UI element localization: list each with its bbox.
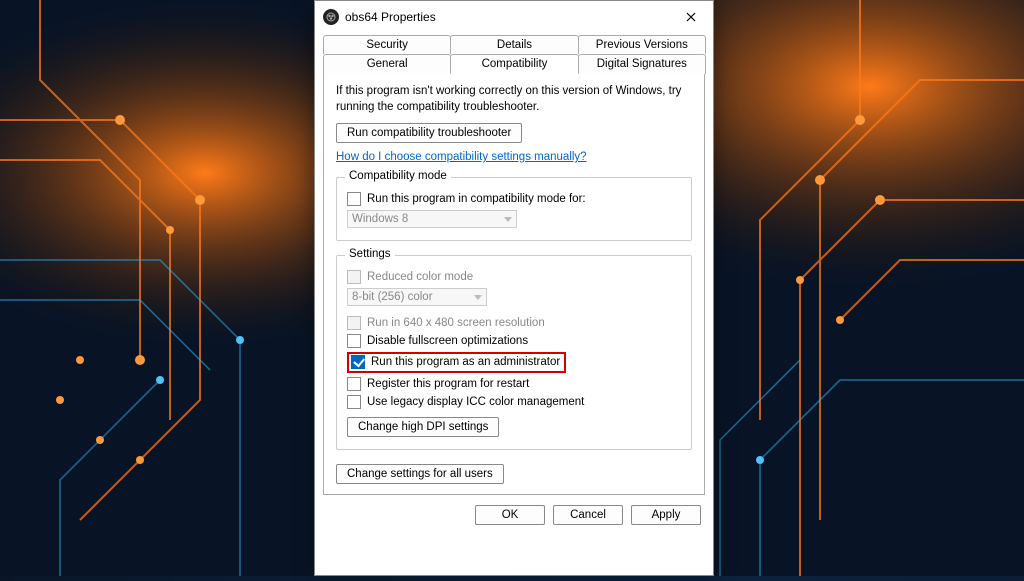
group-title: Compatibility mode: [345, 170, 451, 182]
chevron-down-icon: [504, 217, 512, 222]
chevron-down-icon: [474, 295, 482, 300]
group-settings: Settings Reduced color mode 8-bit (256) …: [336, 255, 692, 450]
check-register-restart[interactable]: [347, 377, 361, 391]
titlebar: obs64 Properties: [315, 1, 713, 31]
tab-details[interactable]: Details: [450, 35, 578, 54]
select-compat-os: Windows 8: [347, 210, 517, 228]
check-register-restart-label: Register this program for restart: [367, 378, 529, 390]
run-troubleshooter-button[interactable]: Run compatibility troubleshooter: [336, 123, 522, 143]
check-reduced-color-label: Reduced color mode: [367, 271, 473, 283]
check-disable-fullscreen[interactable]: [347, 334, 361, 348]
tab-security[interactable]: Security: [323, 35, 451, 54]
properties-dialog: obs64 Properties Security Details Previo…: [314, 0, 714, 576]
tab-compatibility[interactable]: Compatibility: [450, 54, 578, 74]
app-icon: [323, 9, 339, 25]
check-run-640x480-label: Run in 640 x 480 screen resolution: [367, 317, 545, 329]
ok-button[interactable]: OK: [475, 505, 545, 525]
check-run-as-admin[interactable]: [351, 355, 365, 369]
check-compat-mode[interactable]: [347, 192, 361, 206]
check-run-640x480: [347, 316, 361, 330]
tab-general[interactable]: General: [323, 54, 451, 74]
tabs: Security Details Previous Versions Gener…: [315, 31, 713, 495]
intro-text: If this program isn't working correctly …: [336, 84, 692, 115]
tab-digital-signatures[interactable]: Digital Signatures: [578, 54, 706, 74]
group-title: Settings: [345, 248, 395, 260]
apply-button[interactable]: Apply: [631, 505, 701, 525]
check-reduced-color: [347, 270, 361, 284]
tab-panel-compatibility: If this program isn't working correctly …: [323, 73, 705, 495]
cancel-button[interactable]: Cancel: [553, 505, 623, 525]
close-button[interactable]: [677, 7, 705, 27]
tab-previous-versions[interactable]: Previous Versions: [578, 35, 706, 54]
check-legacy-icc-label: Use legacy display ICC color management: [367, 396, 584, 408]
change-dpi-button[interactable]: Change high DPI settings: [347, 417, 499, 437]
group-compatibility-mode: Compatibility mode Run this program in c…: [336, 177, 692, 241]
change-all-users-button[interactable]: Change settings for all users: [336, 464, 504, 484]
check-compat-mode-label: Run this program in compatibility mode f…: [367, 193, 586, 205]
highlight-run-as-admin: Run this program as an administrator: [347, 352, 566, 373]
dialog-footer: OK Cancel Apply: [315, 495, 713, 537]
check-run-as-admin-label: Run this program as an administrator: [371, 356, 560, 368]
check-disable-fullscreen-label: Disable fullscreen optimizations: [367, 335, 528, 347]
check-legacy-icc[interactable]: [347, 395, 361, 409]
window-title: obs64 Properties: [345, 10, 677, 24]
close-icon: [686, 12, 696, 22]
select-color-depth: 8-bit (256) color: [347, 288, 487, 306]
manual-settings-link[interactable]: How do I choose compatibility settings m…: [336, 151, 587, 163]
